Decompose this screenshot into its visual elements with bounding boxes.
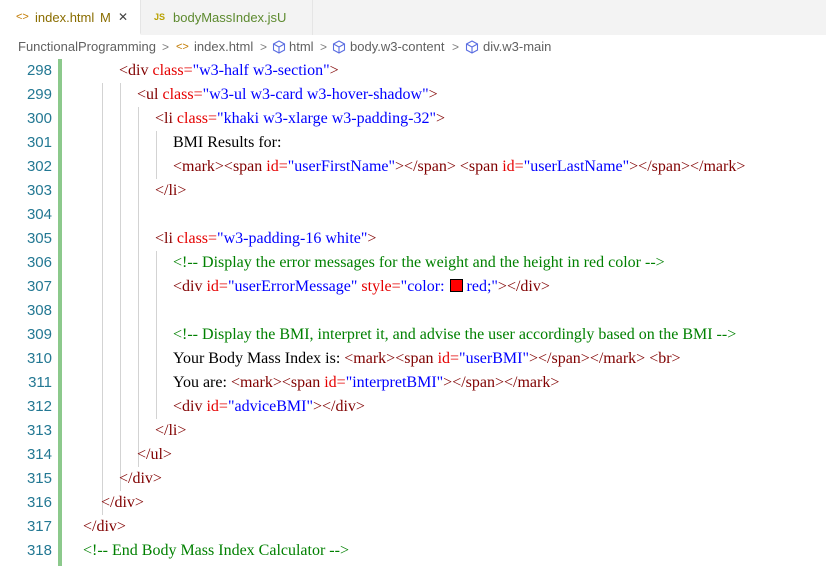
line-number: 316 [26, 494, 52, 511]
code-line[interactable]: </div> [83, 515, 126, 539]
modified-badge: M [100, 10, 111, 25]
close-icon[interactable]: ✕ [118, 0, 128, 35]
line-number: 312 [26, 398, 52, 415]
line-number: 313 [26, 422, 52, 439]
tab-bodymassindex-js[interactable]: JS bodyMassIndex.js U [141, 0, 313, 35]
line-number: 309 [26, 326, 52, 343]
code-line[interactable]: </li> [155, 419, 186, 443]
element-icon [332, 40, 346, 54]
code-line[interactable]: <div id="userErrorMessage" style="color:… [173, 275, 550, 299]
code-line[interactable]: <!-- Display the BMI, interpret it, and … [173, 323, 736, 347]
line-number: 310 [26, 350, 52, 367]
breadcrumb-folder[interactable]: FunctionalProgramming [18, 38, 156, 56]
code-line[interactable]: <li class="khaki w3-xlarge w3-padding-32… [155, 107, 445, 131]
modified-lines-indicator [58, 59, 62, 566]
code-line[interactable]: You are: <mark><span id="interpretBMI"><… [173, 371, 559, 395]
untracked-badge: U [277, 10, 287, 25]
line-number: 314 [26, 446, 52, 463]
line-number: 298 [26, 62, 52, 79]
line-number: 299 [26, 86, 52, 103]
chevron-right-icon: > [260, 40, 268, 54]
code-line[interactable]: <div class="w3-half w3-section"> [119, 59, 339, 83]
breadcrumb-file[interactable]: index.html [194, 38, 253, 56]
line-number: 307 [26, 278, 52, 295]
line-number: 315 [26, 470, 52, 487]
indent-guide [138, 107, 139, 467]
line-number: 317 [26, 518, 52, 535]
indent-guide [156, 131, 157, 179]
line-number: 318 [26, 542, 52, 559]
line-number: 303 [26, 182, 52, 199]
code-line[interactable]: BMI Results for: [173, 131, 281, 155]
breadcrumb-div[interactable]: div.w3-main [483, 38, 551, 56]
tab-label: index.html [35, 10, 95, 25]
line-number: 301 [26, 134, 52, 151]
chevron-right-icon: > [320, 40, 328, 54]
indent-guide [156, 251, 157, 419]
breadcrumb-html[interactable]: html [289, 38, 314, 56]
code-line[interactable]: </div> [101, 491, 144, 515]
tab-index-html[interactable]: <> index.html M ✕ [0, 0, 141, 35]
element-icon [465, 40, 479, 54]
code-line[interactable]: Your Body Mass Index is: <mark><span id=… [173, 347, 681, 371]
code-line[interactable]: <div id="adviceBMI"></div> [173, 395, 365, 419]
chevron-right-icon: > [162, 40, 170, 54]
breadcrumb: FunctionalProgramming > <> index.html > … [0, 35, 826, 59]
line-number: 300 [26, 110, 52, 127]
tab-label: bodyMassIndex.js [173, 10, 278, 25]
color-swatch-icon[interactable] [449, 279, 463, 292]
code-line[interactable]: <!-- End Body Mass Index Calculator --> [83, 539, 349, 563]
code-line[interactable]: </div> [119, 467, 162, 491]
code-line[interactable]: <li class="w3-padding-16 white"> [155, 227, 376, 251]
code-line[interactable]: </ul> [137, 443, 172, 467]
line-number: 311 [28, 374, 52, 391]
line-number: 304 [26, 206, 52, 223]
code-line[interactable]: <!-- Display the error messages for the … [173, 251, 665, 275]
line-number: 302 [26, 158, 52, 175]
code-editor[interactable]: 298 299 300 301 302 303 304 305 306 307 … [0, 59, 826, 566]
indent-guide [120, 83, 121, 491]
code-line[interactable]: <mark><span id="userFirstName"></span> <… [173, 155, 745, 179]
code-line[interactable]: </li> [155, 179, 186, 203]
breadcrumb-body[interactable]: body.w3-content [350, 38, 444, 56]
html-file-icon: <> [16, 11, 29, 23]
line-number: 308 [26, 302, 52, 319]
chevron-right-icon: > [452, 40, 460, 54]
javascript-file-icon: JS [154, 12, 166, 22]
line-number: 305 [26, 230, 52, 247]
html-file-icon: <> [176, 41, 189, 53]
editor-tab-bar: <> index.html M ✕ JS bodyMassIndex.js U [0, 0, 826, 35]
code-line[interactable]: <ul class="w3-ul w3-card w3-hover-shadow… [137, 83, 438, 107]
element-icon [272, 40, 286, 54]
indent-guide [102, 83, 103, 515]
line-number: 306 [26, 254, 52, 271]
